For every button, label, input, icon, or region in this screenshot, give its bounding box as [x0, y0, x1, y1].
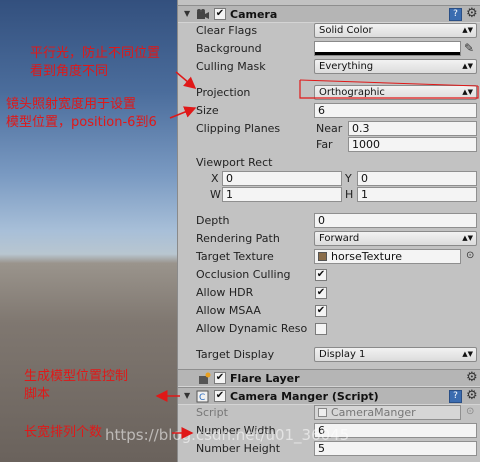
- arrow-to-projection: [175, 71, 197, 89]
- arrow-to-size: [169, 106, 197, 119]
- annotation-arrows: [155, 71, 479, 439]
- arrow-projection-right: [299, 79, 479, 87]
